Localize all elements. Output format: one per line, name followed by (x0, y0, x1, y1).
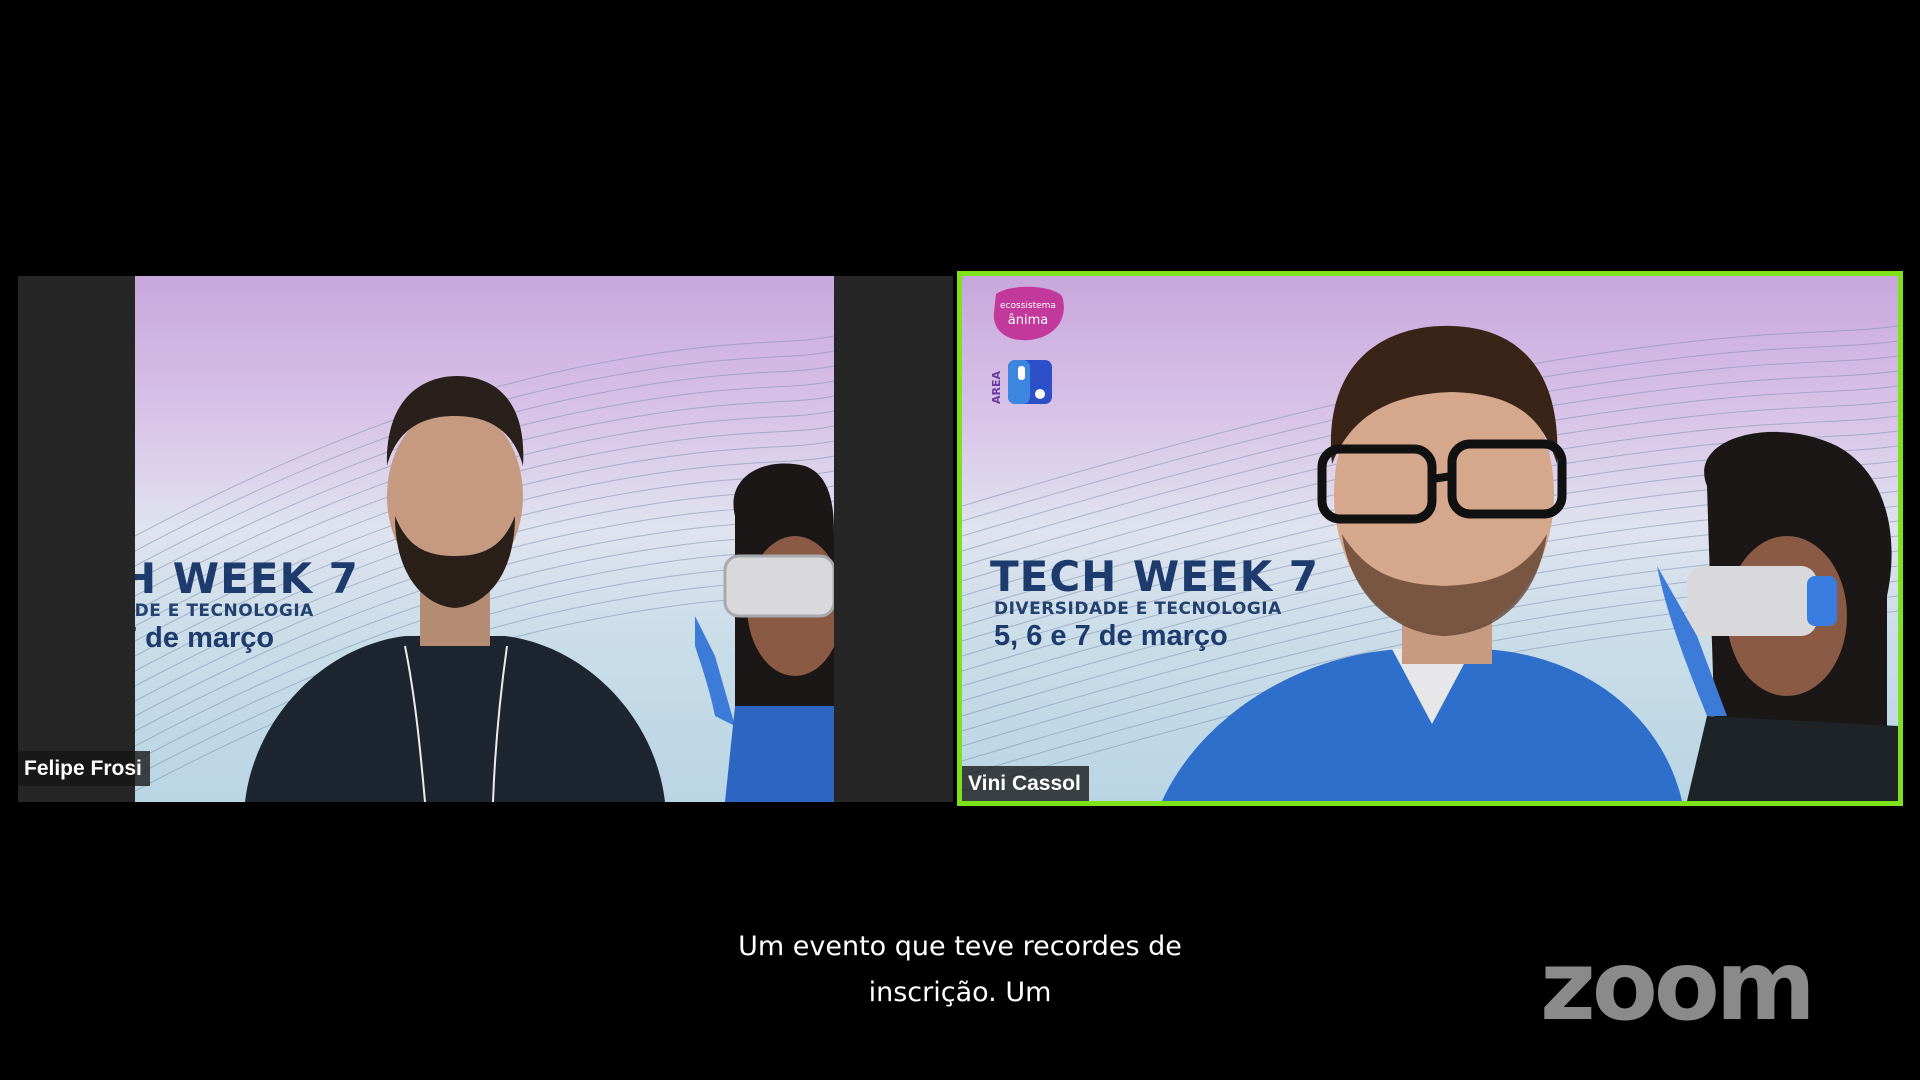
logo-text-area: ÁREA (992, 371, 1003, 404)
caption-line-1: Um evento que teve recordes de (738, 931, 1182, 962)
participant-name-label: Felipe Frosi (18, 751, 150, 786)
video-feed: ecossistema ânima ÁREA TECH WEEK 7 DIVER… (962, 276, 1898, 801)
vr-headset-figure (695, 463, 834, 802)
area-logo: ÁREA (992, 360, 1052, 404)
participant-video-figure (245, 376, 665, 802)
logo-text-ecossistema: ecossistema (1000, 301, 1056, 311)
live-caption: Um evento que teve recordes de inscrição… (560, 924, 1360, 1016)
vr-headset-figure (1657, 431, 1898, 801)
logo-text-anima: ânima (1008, 313, 1048, 328)
participant-name-label: Vini Cassol (962, 766, 1089, 801)
zoom-meeting-stage: H WEEK 7 ADE E TECNOLOGIA 7 de março Fel… (0, 0, 1920, 1080)
caption-line-2: inscrição. Um (868, 977, 1052, 1008)
video-tile-vini-cassol[interactable]: ecossistema ânima ÁREA TECH WEEK 7 DIVER… (957, 271, 1903, 806)
video-tile-felipe-frosi[interactable]: H WEEK 7 ADE E TECNOLOGIA 7 de março Fel… (18, 276, 953, 802)
video-feed: H WEEK 7 ADE E TECNOLOGIA 7 de março (135, 276, 834, 802)
participant-video-figure (1162, 325, 1682, 801)
zoom-logo: zoom (1540, 930, 1816, 1042)
anima-logo: ecossistema ânima (993, 286, 1064, 341)
